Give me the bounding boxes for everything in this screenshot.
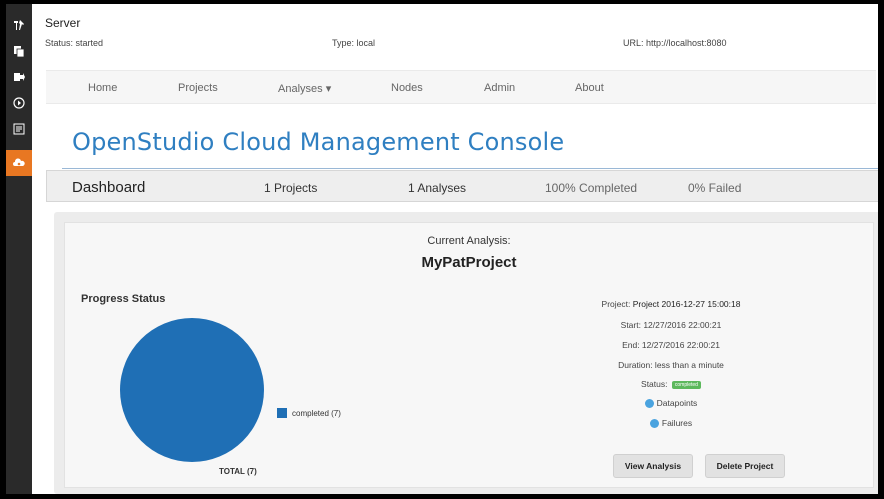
projects-count: 1 Projects [264,181,318,195]
legend-swatch [277,408,287,418]
status-line: Status: completed [545,379,797,389]
main-area: Server Status: started Type: local URL: … [32,4,878,494]
left-toolbar [6,4,32,494]
cloud-icon[interactable] [6,150,32,176]
completed-percent: 100% Completed [545,181,638,195]
failed-percent: 0% Failed [688,181,742,195]
nav-projects[interactable]: Projects [178,82,218,94]
duration: Duration: less than a minute [618,360,724,370]
project-line-value: Project 2016-12-27 15:00:18 [632,299,741,309]
view-analysis-button[interactable]: View Analysis [613,454,693,478]
project-line: Project: Project 2016-12-27 15:00:18 [545,299,797,309]
nav-analyses-dropdown[interactable]: Analyses ▾ [278,82,331,95]
server-url: URL: http://localhost:8080 [623,38,727,48]
monitor-icon[interactable] [6,118,32,140]
total-label: TOTAL (7) [219,467,257,476]
server-type: Type: local [332,38,376,48]
failures-label: Failures [661,418,693,428]
delete-project-button[interactable]: Delete Project [705,454,785,478]
status-badge: completed [671,380,701,389]
start-time: Start: 12/27/2016 22:00:21 [620,320,722,330]
current-analysis-label: Current Analysis: [427,235,511,247]
failures-icon [649,419,659,429]
nav-nodes[interactable]: Nodes [391,82,423,94]
dashboard-label: Dashboard [72,179,146,196]
legend-label: completed (7) [292,408,341,418]
datapoints-icon [644,399,654,409]
datapoints-label: Datapoints [656,398,698,408]
title-divider [62,168,878,169]
dashboard-bar: Dashboard 1 Projects 1 Analyses 100% Com… [46,170,878,202]
project-line-prefix: Project: [601,299,633,309]
tools-icon[interactable] [6,14,32,36]
nav-bar: Home Projects Analyses ▾ Nodes Admin Abo… [46,70,876,104]
failures-link[interactable]: Failures [545,418,797,429]
end-time: End: 12/27/2016 22:00:21 [622,340,720,350]
pie-slice-completed [120,318,264,462]
export-icon[interactable] [6,66,32,88]
server-title: Server [45,16,81,30]
progress-pie-chart [120,318,264,462]
chart-legend: completed (7) [277,408,341,418]
datapoints-link[interactable]: Datapoints [545,398,797,409]
documents-icon[interactable] [6,40,32,62]
analyses-count: 1 Analyses [408,181,467,195]
server-panel: Server Status: started Type: local URL: … [32,4,878,62]
play-icon[interactable] [6,92,32,114]
nav-admin[interactable]: Admin [484,82,515,94]
page-title: OpenStudio Cloud Management Console [72,128,565,156]
nav-about[interactable]: About [575,82,604,94]
project-name: MyPatProject [421,254,517,271]
analysis-card: Current Analysis: MyPatProject Progress … [64,222,874,488]
progress-status-title: Progress Status [81,293,166,305]
status-label: Status: [641,379,668,389]
nav-home[interactable]: Home [88,82,117,94]
server-status: Status: started [45,38,104,48]
app-window: Server Status: started Type: local URL: … [6,4,878,494]
